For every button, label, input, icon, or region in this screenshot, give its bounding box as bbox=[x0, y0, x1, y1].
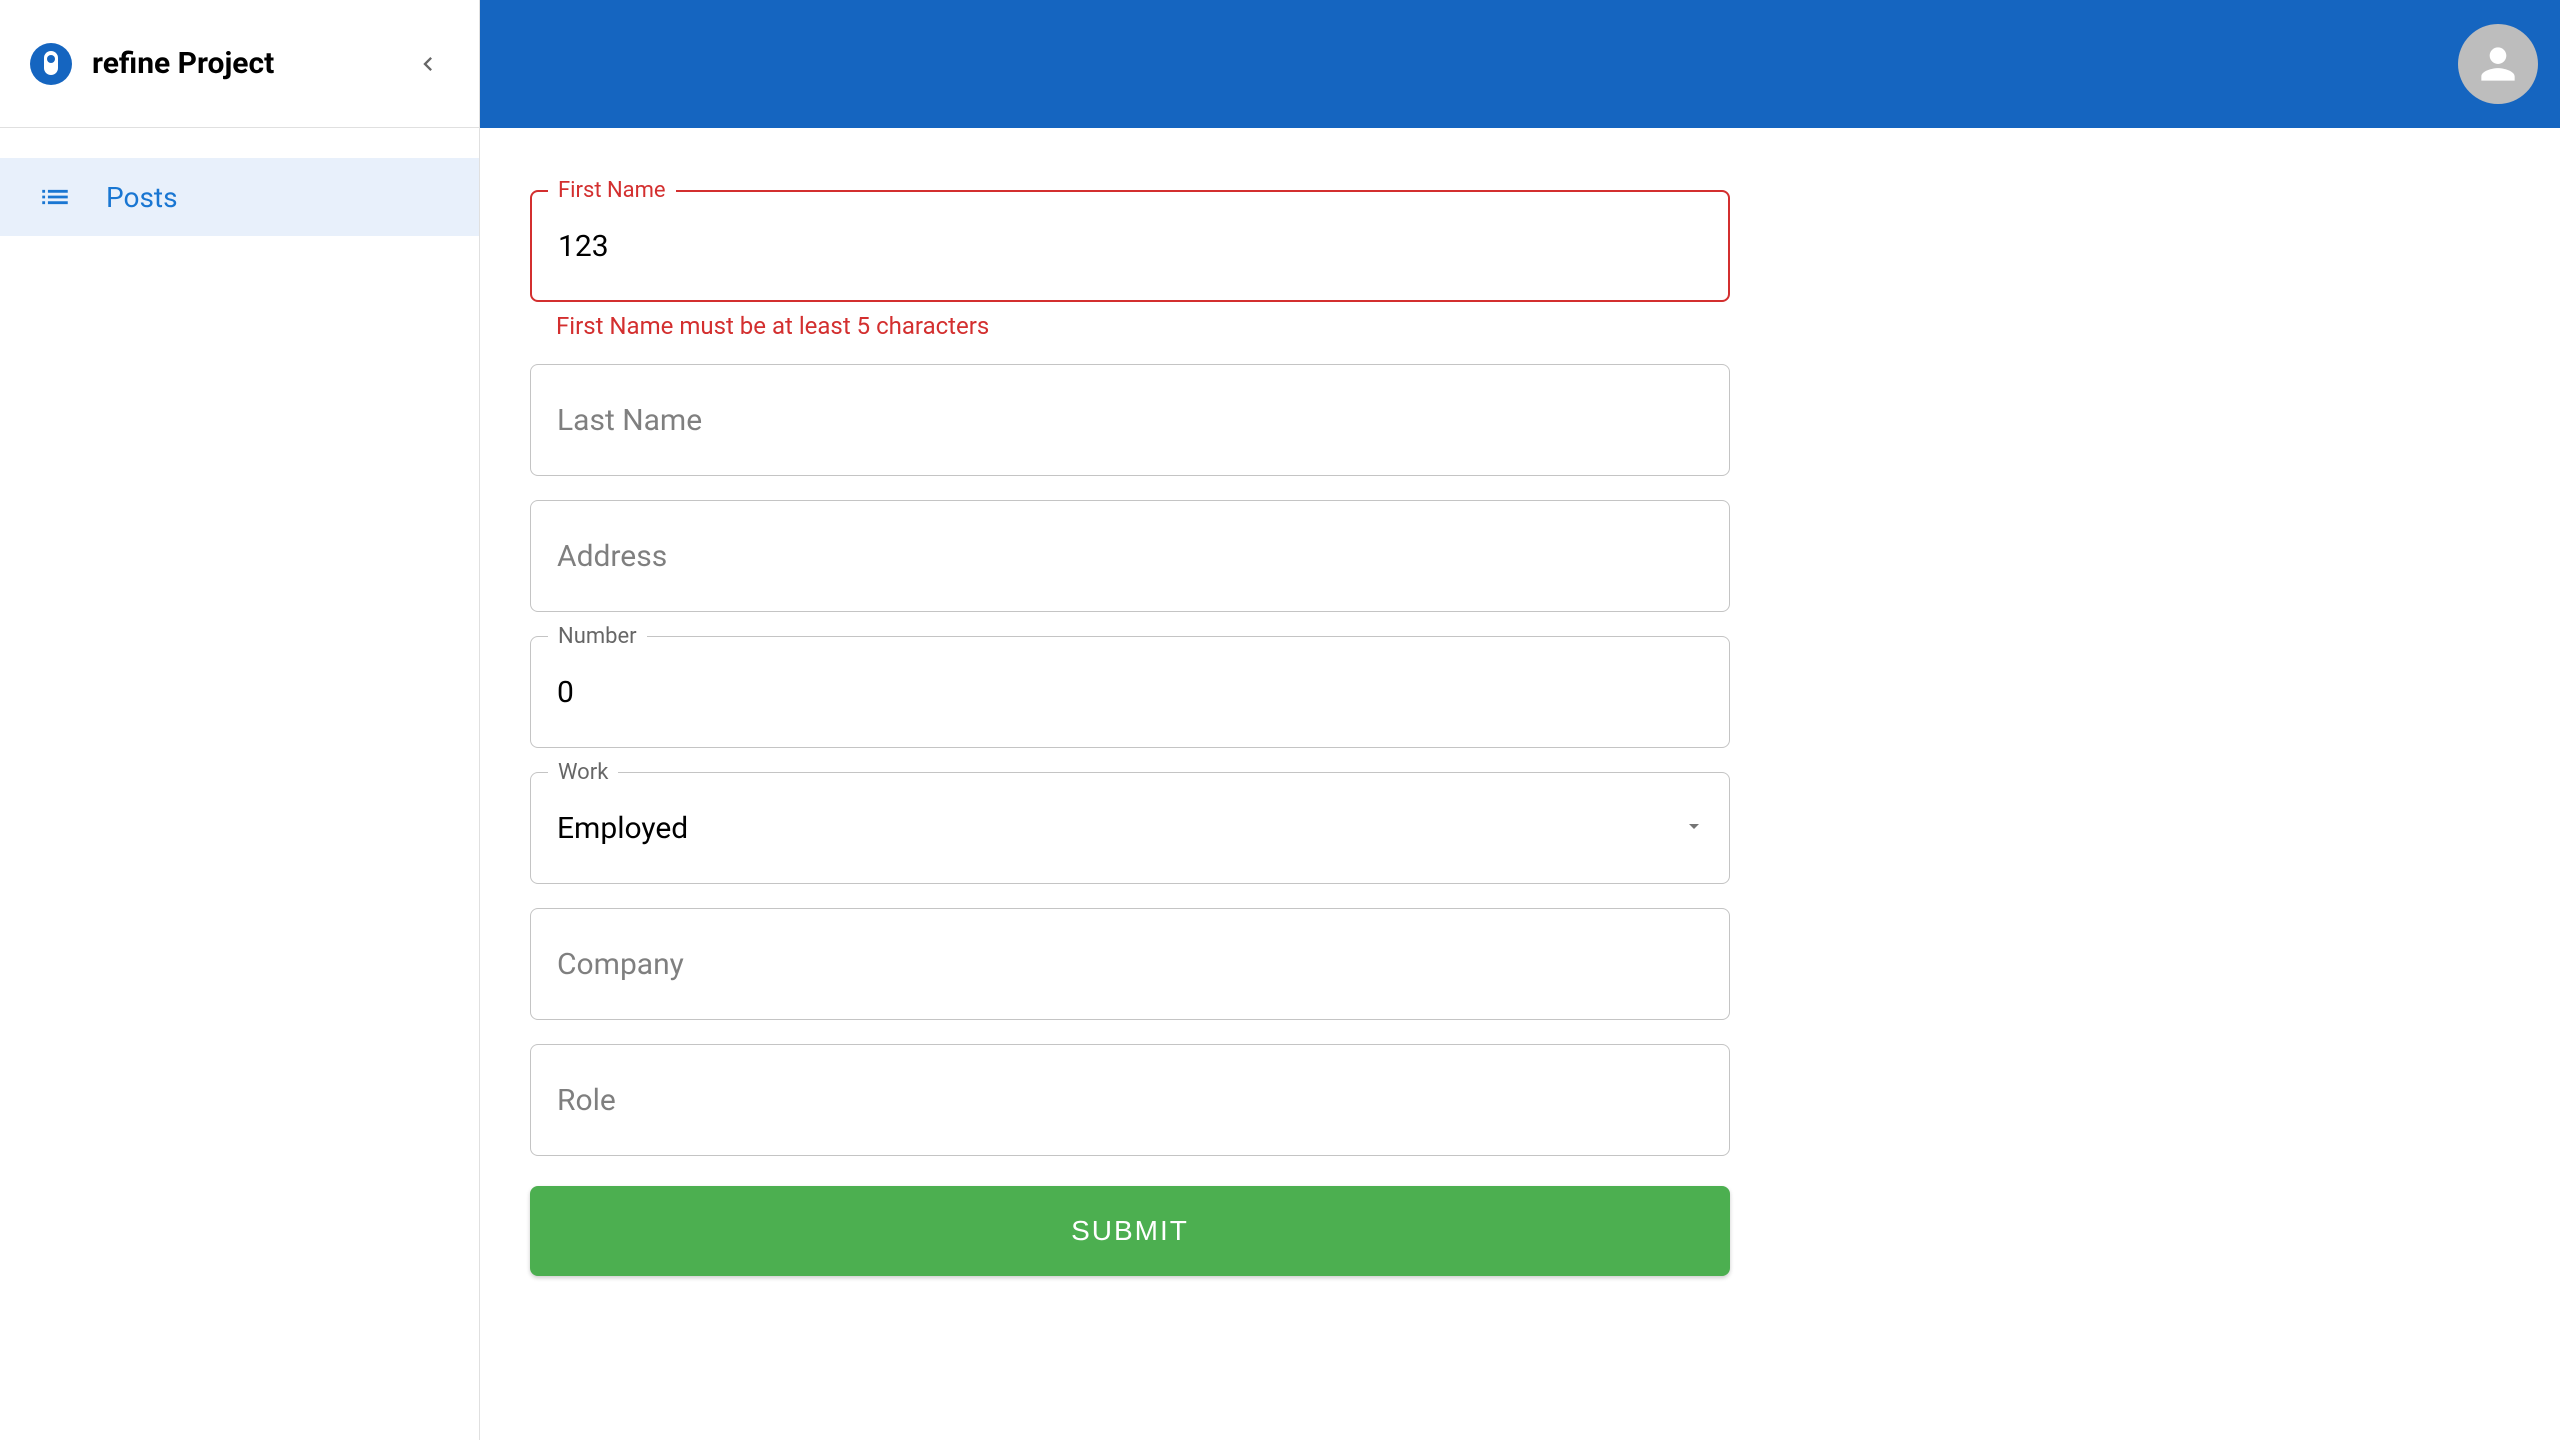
avatar[interactable] bbox=[2458, 24, 2538, 104]
first-name-error: First Name must be at least 5 characters bbox=[556, 312, 1730, 340]
user-form: First Name First Name must be at least 5… bbox=[530, 190, 1730, 1276]
project-title: refine Project bbox=[92, 46, 407, 81]
first-name-label: First Name bbox=[548, 178, 676, 203]
sidebar-item-label: Posts bbox=[106, 181, 178, 214]
field-role bbox=[530, 1044, 1730, 1156]
field-last-name bbox=[530, 364, 1730, 476]
field-address bbox=[530, 500, 1730, 612]
topbar bbox=[480, 0, 2560, 128]
sidebar: refine Project Posts bbox=[0, 0, 480, 1440]
address-input[interactable] bbox=[530, 500, 1730, 612]
logo-icon bbox=[30, 43, 72, 85]
last-name-input[interactable] bbox=[530, 364, 1730, 476]
role-input[interactable] bbox=[530, 1044, 1730, 1156]
collapse-sidebar-button[interactable] bbox=[407, 43, 449, 85]
field-work: Work bbox=[530, 772, 1730, 884]
chevron-left-icon bbox=[414, 50, 442, 78]
number-input[interactable] bbox=[530, 636, 1730, 748]
person-icon bbox=[2473, 39, 2523, 89]
content: First Name First Name must be at least 5… bbox=[480, 128, 2560, 1440]
submit-button[interactable]: SUBMIT bbox=[530, 1186, 1730, 1276]
sidebar-header: refine Project bbox=[0, 0, 479, 128]
main: First Name First Name must be at least 5… bbox=[480, 0, 2560, 1440]
work-label: Work bbox=[548, 760, 618, 785]
sidebar-item-posts[interactable]: Posts bbox=[0, 158, 479, 236]
field-number: Number bbox=[530, 636, 1730, 748]
work-select[interactable] bbox=[530, 772, 1730, 884]
sidebar-nav: Posts bbox=[0, 128, 479, 236]
field-first-name: First Name First Name must be at least 5… bbox=[530, 190, 1730, 340]
number-label: Number bbox=[548, 624, 647, 649]
list-icon bbox=[38, 180, 72, 214]
company-input[interactable] bbox=[530, 908, 1730, 1020]
field-company bbox=[530, 908, 1730, 1020]
first-name-input[interactable] bbox=[530, 190, 1730, 302]
